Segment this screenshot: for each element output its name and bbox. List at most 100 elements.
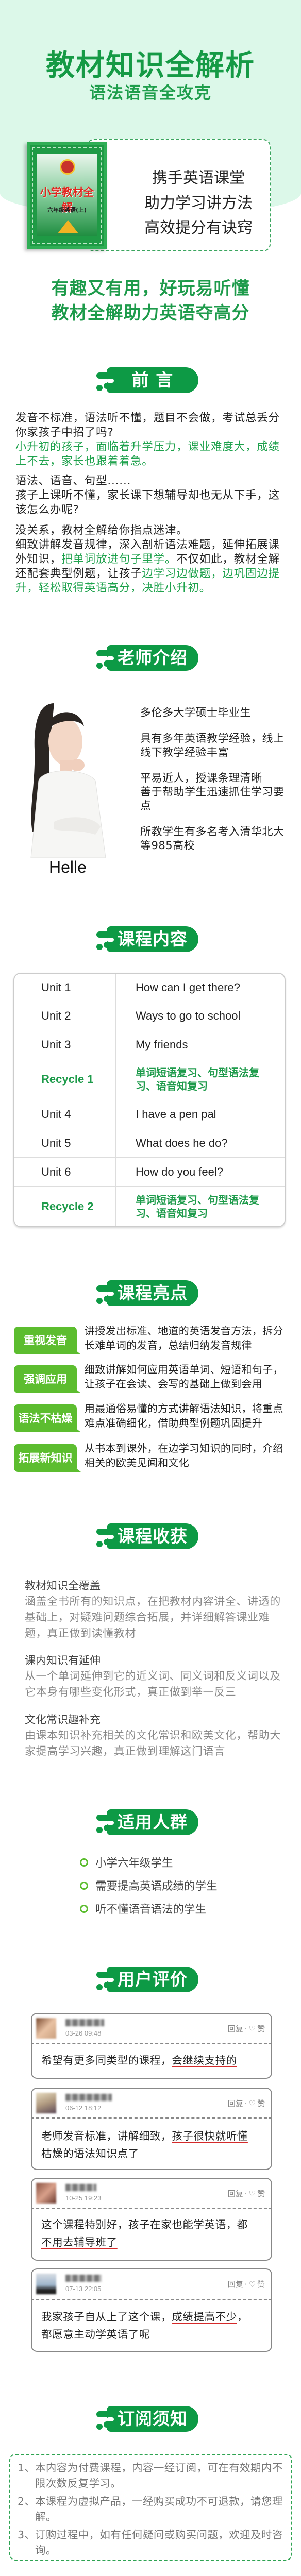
promo-line: 携手英语课堂 <box>152 169 245 187</box>
review-text: 老师发音标准，讲解细致，孩子很快就听懂枯燥的语法知识点了 <box>41 2127 258 2162</box>
separator: · <box>244 2189 247 2198</box>
gain-heading: 教材知识全覆盖 <box>25 1580 101 1592</box>
review-date: 06-12 18:12 <box>65 2104 102 2112</box>
notice-item: 3、 订购过程中，如有任何疑问或购买问题，欢迎及时咨询。 <box>18 2527 286 2558</box>
section-title: 用户评价 <box>118 1969 188 1989</box>
title-cell: How can I get there? <box>136 981 241 994</box>
avatar <box>36 2093 56 2113</box>
separator: · <box>244 2099 247 2108</box>
notice-number: 3、 <box>18 2529 36 2541</box>
text-underlined: 会继续支持的 <box>172 2054 237 2066</box>
gain-item: 课内知识有延伸 从一个单词延伸到它的近义词、同义词和反义词以及它本身有哪些变化形式… <box>25 1653 282 1700</box>
circle-bullet-icon <box>80 1858 88 1867</box>
text-underlined: 孩子很快就听懂 <box>172 2130 248 2142</box>
unit-cell: Recycle 2 <box>14 1187 116 1226</box>
like-button[interactable]: 赞 <box>257 2189 265 2198</box>
section-badge-preface: 前 言 <box>94 367 198 393</box>
highlight-tag: 重视发音 <box>14 1327 77 1354</box>
highlight-text: 细致讲解如何应用英语单词、短语和句子，让孩子在会读、会写的基础上做到会用 <box>85 1363 283 1390</box>
bio-item: 善于帮助学生迅速抓住学习要点 <box>140 786 285 812</box>
section-title: 老师介绍 <box>118 648 188 668</box>
title-cell: Ways to go to school <box>136 1009 241 1022</box>
page-title: 教材知识全解析 <box>46 49 255 82</box>
table-row: Recycle 2 单词短语复习、句型语法复习、语音知复习 <box>14 1187 285 1226</box>
audience-text: 小学六年级学生 <box>95 1857 173 1870</box>
audience-item: 需要提高英语成绩的学生 <box>80 1877 218 1893</box>
reply-button[interactable]: 回复 <box>228 2280 243 2289</box>
like-button[interactable]: 赞 <box>257 2024 265 2033</box>
section-badge-content: 课程内容 <box>94 926 198 952</box>
highlight-item: 拓展新知识 从书本到课外，在边学习知识的同时，介绍相关的欧美见闻和文化 <box>14 1442 287 1473</box>
separator: · <box>244 2024 247 2033</box>
title-cell: 单词短语复习、句型语法复习、语音知复习 <box>136 1193 259 1219</box>
slogan-line: 有趣又有用，好玩易听懂 <box>51 278 250 299</box>
promo-line: 助力学习讲方法 <box>144 194 253 212</box>
notice-box: 1、 本内容为付费课程，内容一经订阅，可在有效期内不限次数反复学习。 2、 本课程为… <box>9 2454 292 2561</box>
highlight-item: 重视发音 讲授发出标准、地道的英语发音方法，拆分长难单词的发音，总结归纳发音规律 <box>14 1325 287 1355</box>
audience-text: 听不懂语音语法的学生 <box>95 1903 207 1916</box>
text-underlined: 成绩提高不少 <box>172 2311 237 2323</box>
notice-text: 本内容为付费课程，内容一经订阅，可在有效期内不限次数反复学习。 <box>35 2462 283 2489</box>
title-cell: How do you feel? <box>136 1165 223 1178</box>
heart-icon[interactable]: ♡ <box>249 2024 256 2033</box>
emblem-icon <box>60 159 75 175</box>
bio-item: 具有多年英语教学经验，线上线下教学经验丰富 <box>140 732 285 758</box>
reply-button[interactable]: 回复 <box>228 2024 243 2033</box>
title-cell: I have a pen pal <box>136 1107 216 1121</box>
highlight-text: 从书本到课外，在边学习知识的同时，介绍相关的欧美见闻和文化 <box>85 1442 283 1469</box>
highlight-text: 讲授发出标准、地道的英语发音方法，拆分长难单词的发音，总结归纳发音规律 <box>85 1325 283 1351</box>
title-cell: My friends <box>136 1038 188 1051</box>
like-button[interactable]: 赞 <box>257 2280 265 2289</box>
blurred-username <box>65 2184 96 2191</box>
preface-line: 你家孩子中招了吗? <box>15 426 114 439</box>
blurred-username <box>65 2019 104 2026</box>
audience-item: 小学六年级学生 <box>80 1854 173 1870</box>
section-title: 课程收获 <box>118 1526 188 1546</box>
text: 我家孩子自从上了这个课， <box>41 2311 172 2323</box>
unit-cell: Unit 2 <box>14 1002 116 1030</box>
review-actions: 回复 · ♡ 赞 <box>226 2188 265 2199</box>
gain-body: 涵盖全书所有的知识点，在把教材内容讲全、讲透的基础上，对疑难问题综合拓展，并详细… <box>25 1595 281 1639</box>
teacher-name: Helle <box>49 858 87 876</box>
circle-bullet-icon <box>80 1881 88 1890</box>
title-cell: 单词短语复习、句型语法复习、语音知复习 <box>136 1066 259 1092</box>
section-title: 订阅须知 <box>118 2409 188 2429</box>
reply-button[interactable]: 回复 <box>228 2099 243 2108</box>
preface-text: 发音不标准，语法听不懂，题目不会做，考试总丢分 你家孩子中招了吗? 小升初的孩子… <box>15 411 289 596</box>
review-text: 我家孩子自从上了这个课，成绩提高不少，都愿意主动学英语了呢 <box>41 2308 258 2343</box>
notice-text: 订购过程中，如有任何疑问或购买问题，欢迎及时咨询。 <box>35 2529 283 2556</box>
table-row: Unit 2 Ways to go to school <box>14 1002 285 1030</box>
heart-icon[interactable]: ♡ <box>249 2099 256 2108</box>
unit-cell: Unit 1 <box>14 974 116 1002</box>
section-badge-highlights: 课程亮点 <box>94 1280 198 1306</box>
gain-item: 文化常识趣补充 由课本知识补充相关的文化常识和欧美文化，帮助大家提高学习兴趣，真正… <box>25 1712 282 1759</box>
unit-cell: Unit 6 <box>14 1158 116 1186</box>
highlight-tag: 语法不枯燥 <box>14 1404 77 1432</box>
heart-icon[interactable]: ♡ <box>249 2280 256 2289</box>
section-badge-gains: 课程收获 <box>94 1523 198 1549</box>
teacher-photo <box>30 703 106 858</box>
text: 这个课程特别好，孩子在家也能学英语，都 <box>41 2218 248 2231</box>
gain-heading: 课内知识有延伸 <box>25 1654 101 1667</box>
table-row: Unit 3 My friends <box>14 1030 285 1059</box>
like-button[interactable]: 赞 <box>257 2099 265 2108</box>
section-title: 前 言 <box>131 370 174 390</box>
reply-button[interactable]: 回复 <box>228 2189 243 2198</box>
review-actions: 回复 · ♡ 赞 <box>226 2279 265 2290</box>
table-row: Unit 1 How can I get there? <box>14 974 285 1002</box>
review-actions: 回复 · ♡ 赞 <box>226 2023 265 2034</box>
heart-icon[interactable]: ♡ <box>249 2189 256 2198</box>
preface-line: 发音不标准，语法听不懂，题目不会做，考试总丢分 <box>15 412 280 425</box>
text: 枯燥的语法知识点了 <box>41 2147 139 2160</box>
section-badge-audience: 适用人群 <box>94 1809 198 1835</box>
text-underlined: 不用去辅导班了 <box>41 2236 118 2248</box>
bio-item: 平易近人，授课条理清晰 <box>140 772 262 784</box>
review-date: 03-26 09:48 <box>65 2029 102 2037</box>
preface-line: 没关系，教材全解给你指点迷津。 <box>15 524 188 537</box>
unit-cell: Unit 5 <box>14 1129 116 1157</box>
preface-paragraph: 细致讲解发音规律，深入剖析语法难题，延伸拓展课外知识，把单词放进句子里学。不仅如… <box>15 538 289 596</box>
title-cell: What does he do? <box>136 1137 228 1149</box>
separator: · <box>244 2280 247 2289</box>
table-row: Recycle 1 单词短语复习、句型语法复习、语音知复习 <box>14 1059 285 1099</box>
book-cover-image: 小学教材全解 六年级英语(上) <box>27 142 107 249</box>
